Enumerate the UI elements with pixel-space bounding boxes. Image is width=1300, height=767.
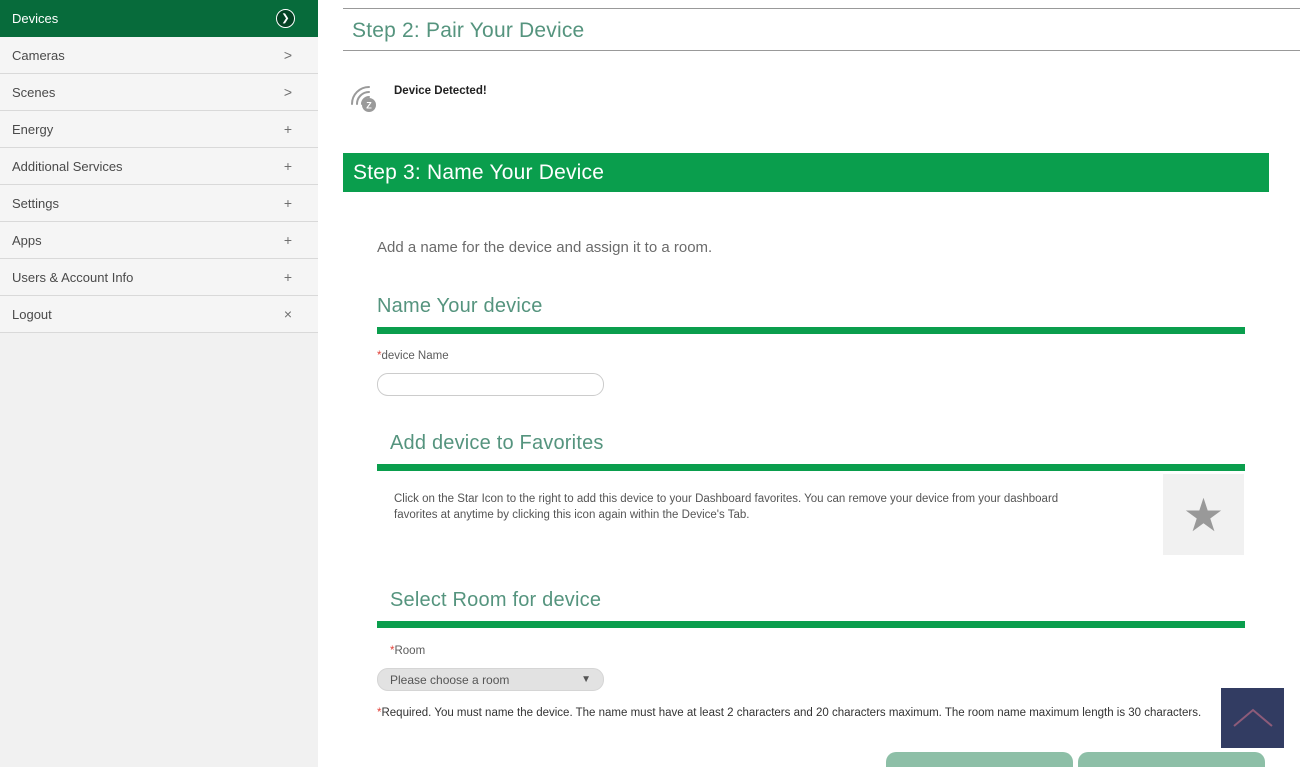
main-content: Step 2: Pair Your Device Z Device Detect… — [318, 0, 1300, 767]
name-section-heading: Name Your device — [377, 295, 543, 318]
favorite-star-button[interactable]: ★ — [1163, 474, 1244, 555]
sidebar-item-logout[interactable]: Logout × — [0, 296, 318, 333]
sidebar-item-label: Settings — [12, 196, 284, 211]
zwave-letter: Z — [366, 101, 372, 111]
sidebar-item-label: Energy — [12, 122, 284, 137]
sidebar-item-users-account-info[interactable]: Users & Account Info + — [0, 259, 318, 296]
chevron-right-circle-icon: ❯ — [276, 9, 295, 28]
bottom-left-button[interactable] — [886, 752, 1073, 767]
step2-divider — [343, 50, 1300, 51]
chevron-up-icon — [1230, 704, 1276, 732]
favorites-section-underline — [377, 464, 1245, 471]
room-label: *Room — [390, 645, 425, 657]
chevron-right-icon: > — [284, 48, 292, 62]
sidebar-item-label: Additional Services — [12, 159, 284, 174]
plus-icon: + — [284, 159, 292, 173]
room-dropdown[interactable]: Please choose a room ▼ — [377, 668, 604, 691]
sidebar-item-label: Cameras — [12, 48, 284, 63]
scroll-to-top-button[interactable] — [1221, 688, 1284, 748]
sidebar-item-label: Logout — [12, 307, 284, 322]
chevron-down-icon: ▼ — [581, 674, 591, 685]
sidebar-item-label: Scenes — [12, 85, 284, 100]
top-divider — [343, 8, 1300, 9]
close-icon: × — [284, 307, 292, 321]
room-section-underline — [377, 621, 1245, 628]
step3-intro-text: Add a name for the device and assign it … — [377, 239, 712, 256]
plus-icon: + — [284, 270, 292, 284]
favorites-section-heading: Add device to Favorites — [390, 432, 604, 455]
plus-icon: + — [284, 233, 292, 247]
sidebar-item-label: Users & Account Info — [12, 270, 284, 285]
sidebar-item-scenes[interactable]: Scenes > — [0, 74, 318, 111]
room-section-heading: Select Room for device — [390, 589, 601, 612]
device-name-label: *device Name — [377, 350, 449, 362]
plus-icon: + — [284, 122, 292, 136]
sidebar-item-cameras[interactable]: Cameras > — [0, 37, 318, 74]
sidebar-item-additional-services[interactable]: Additional Services + — [0, 148, 318, 185]
chevron-right-icon: > — [284, 85, 292, 99]
sidebar: Devices ❯ Cameras > Scenes > Energy + Ad… — [0, 0, 318, 767]
star-icon: ★ — [1183, 492, 1224, 538]
required-note: *Required. You must name the device. The… — [377, 707, 1201, 719]
sidebar-item-apps[interactable]: Apps + — [0, 222, 318, 259]
sidebar-item-devices[interactable]: Devices ❯ — [0, 0, 318, 37]
sidebar-item-energy[interactable]: Energy + — [0, 111, 318, 148]
sidebar-item-settings[interactable]: Settings + — [0, 185, 318, 222]
zwave-signal-icon: Z — [348, 83, 380, 115]
sidebar-item-label: Devices — [12, 11, 276, 26]
sidebar-item-label: Apps — [12, 233, 284, 248]
step2-title: Step 2: Pair Your Device — [352, 19, 584, 43]
name-section-underline — [377, 327, 1245, 334]
favorites-description: Click on the Star Icon to the right to a… — [394, 491, 1062, 523]
app-window: Devices ❯ Cameras > Scenes > Energy + Ad… — [0, 0, 1300, 767]
bottom-right-button[interactable] — [1078, 752, 1265, 767]
room-dropdown-value: Please choose a room — [390, 673, 581, 687]
device-detected-status: Device Detected! — [394, 85, 487, 97]
plus-icon: + — [284, 196, 292, 210]
step3-header: Step 3: Name Your Device — [343, 153, 1269, 192]
device-name-input[interactable] — [377, 373, 604, 396]
